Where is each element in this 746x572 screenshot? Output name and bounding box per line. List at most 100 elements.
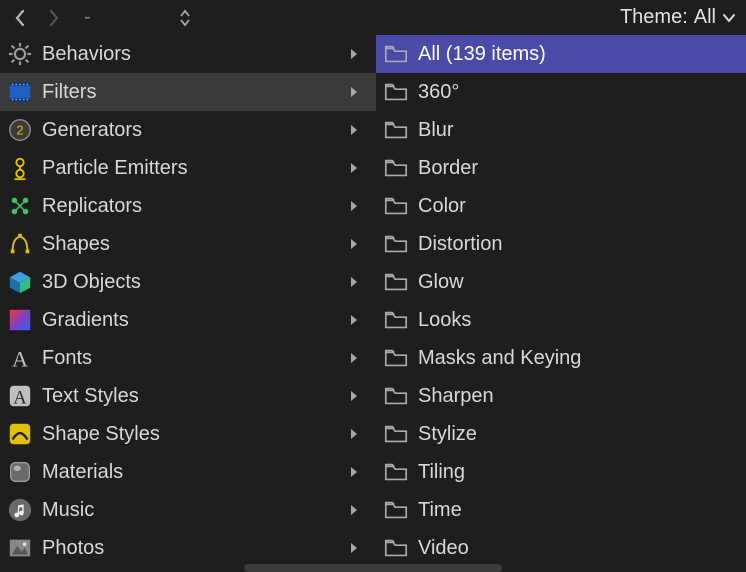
category-item-generators[interactable]: 2 Generators (0, 111, 376, 149)
subcategory-item[interactable]: Video (376, 529, 746, 567)
subcategory-item[interactable]: Border (376, 149, 746, 187)
subcategory-item[interactable]: Sharpen (376, 377, 746, 415)
gear-icon (6, 40, 34, 68)
subcategory-label: Stylize (418, 423, 746, 446)
theme-popup[interactable]: Theme: All (620, 6, 736, 29)
folder-icon (382, 420, 410, 448)
category-label: Materials (42, 461, 342, 484)
subcategory-item[interactable]: Blur (376, 111, 746, 149)
folder-icon (382, 154, 410, 182)
chevron-right-icon (49, 10, 59, 26)
subcategory-list[interactable]: All (139 items) 360° Blur Border Color D… (376, 35, 746, 572)
subcategory-item[interactable]: Distortion (376, 225, 746, 263)
category-item-shape-styles[interactable]: Shape Styles (0, 415, 376, 453)
disclosure-arrow-icon (350, 124, 366, 136)
nav-forward-button[interactable] (44, 8, 64, 28)
disclosure-arrow-icon (350, 314, 366, 326)
subcategory-label: All (139 items) (418, 43, 746, 66)
disclosure-arrow-icon (350, 352, 366, 364)
category-list[interactable]: Behaviors Filters 2 Generators Particle … (0, 35, 376, 572)
category-item-behaviors[interactable]: Behaviors (0, 35, 376, 73)
toolbar: - Theme: All (0, 0, 746, 35)
cube3d-icon (6, 268, 34, 296)
theme-value: All (694, 6, 716, 29)
category-label: Fonts (42, 347, 342, 370)
category-label: Filters (42, 81, 342, 104)
disclosure-arrow-icon (350, 542, 366, 554)
disclosure-arrow-icon (350, 86, 366, 98)
folder-icon (382, 306, 410, 334)
material-icon (6, 458, 34, 486)
subcategory-item[interactable]: 360° (376, 73, 746, 111)
category-label: Particle Emitters (42, 157, 342, 180)
disclosure-arrow-icon (350, 162, 366, 174)
subcategory-label: Video (418, 537, 746, 560)
folder-icon (382, 382, 410, 410)
subcategory-label: Blur (418, 119, 746, 142)
disclosure-arrow-icon (350, 428, 366, 440)
disclosure-arrow-icon (350, 504, 366, 516)
subcategory-item[interactable]: Glow (376, 263, 746, 301)
theme-label: Theme: (620, 6, 688, 29)
nav-back-button[interactable] (10, 8, 30, 28)
subcategory-label: Distortion (418, 233, 746, 256)
subcategory-label: Looks (418, 309, 746, 332)
library-body: Behaviors Filters 2 Generators Particle … (0, 35, 746, 572)
folder-icon (382, 496, 410, 524)
category-label: Gradients (42, 309, 342, 332)
subcategory-item[interactable]: Tiling (376, 453, 746, 491)
disclosure-arrow-icon (350, 390, 366, 402)
category-item-music[interactable]: Music (0, 491, 376, 529)
subcategory-label: Glow (418, 271, 746, 294)
category-item-replicators[interactable]: Replicators (0, 187, 376, 225)
folder-icon (382, 116, 410, 144)
stepper-icon (179, 9, 191, 27)
svg-text:2: 2 (16, 123, 23, 138)
category-item-fonts[interactable]: A Fonts (0, 339, 376, 377)
disclosure-arrow-icon (350, 466, 366, 478)
shape-icon (6, 230, 34, 258)
category-label: 3D Objects (42, 271, 342, 294)
category-label: Music (42, 499, 342, 522)
font-a-icon: A (6, 344, 34, 372)
folder-icon (382, 78, 410, 106)
disclosure-arrow-icon (350, 238, 366, 250)
subcategory-label: Sharpen (418, 385, 746, 408)
disclosure-arrow-icon (350, 200, 366, 212)
folder-icon (382, 534, 410, 562)
category-label: Shapes (42, 233, 342, 256)
subcategory-item[interactable]: Time (376, 491, 746, 529)
category-item-photos[interactable]: Photos (0, 529, 376, 567)
subcategory-item[interactable]: Color (376, 187, 746, 225)
path-stepper[interactable] (179, 9, 191, 27)
subcategory-item[interactable]: Looks (376, 301, 746, 339)
svg-text:A: A (13, 387, 27, 408)
library-browser: - Theme: All Behaviors (0, 0, 746, 572)
folder-icon (382, 192, 410, 220)
path-popup[interactable]: - (84, 6, 91, 29)
chevron-down-icon (722, 6, 736, 29)
folder-icon (382, 458, 410, 486)
category-item-3d-objects[interactable]: 3D Objects (0, 263, 376, 301)
subcategory-label: Tiling (418, 461, 746, 484)
category-item-filters[interactable]: Filters (0, 73, 376, 111)
folder-icon (382, 230, 410, 258)
filmstrip-icon (6, 78, 34, 106)
subcategory-label: Color (418, 195, 746, 218)
subcategory-item[interactable]: All (139 items) (376, 35, 746, 73)
shapestyle-icon (6, 420, 34, 448)
replicator-icon (6, 192, 34, 220)
category-item-materials[interactable]: Materials (0, 453, 376, 491)
category-item-text-styles[interactable]: A Text Styles (0, 377, 376, 415)
subcategory-label: 360° (418, 81, 746, 104)
music-icon (6, 496, 34, 524)
subcategory-item[interactable]: Masks and Keying (376, 339, 746, 377)
category-item-gradients[interactable]: Gradients (0, 301, 376, 339)
subcategory-item[interactable]: Stylize (376, 415, 746, 453)
chevron-left-icon (15, 10, 25, 26)
category-label: Shape Styles (42, 423, 342, 446)
subcategory-label: Time (418, 499, 746, 522)
category-item-particle-emitters[interactable]: Particle Emitters (0, 149, 376, 187)
horizontal-scrollbar[interactable] (244, 564, 502, 572)
category-item-shapes[interactable]: Shapes (0, 225, 376, 263)
